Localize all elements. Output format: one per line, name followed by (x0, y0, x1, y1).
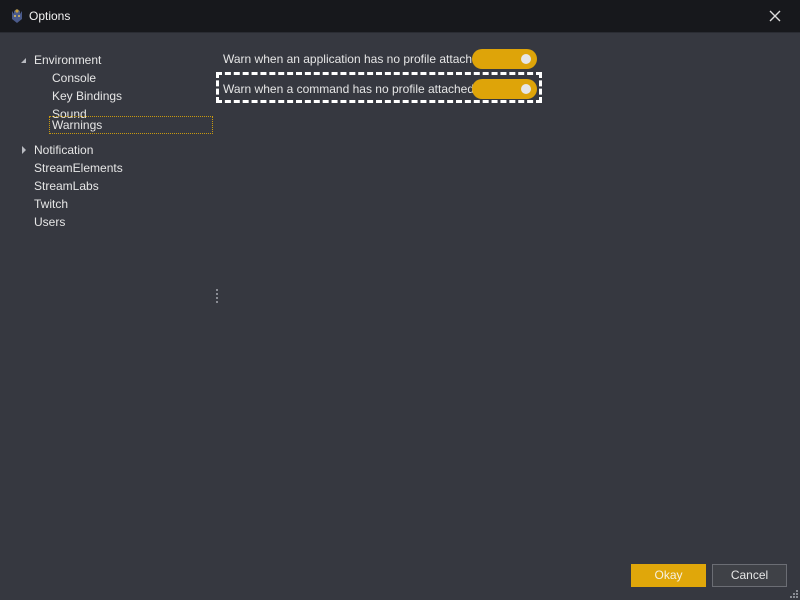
tree-item-key-bindings[interactable]: Key Bindings (52, 88, 122, 104)
splitter-handle[interactable] (216, 289, 218, 303)
setting-label-command-warning: Warn when a command has no profile attac… (223, 82, 478, 96)
tree-item-console[interactable]: Console (52, 70, 96, 86)
title-bar: Options (0, 0, 800, 33)
expanded-arrow-icon[interactable] (20, 52, 28, 68)
toggle-knob (521, 54, 531, 64)
tree-item-notification[interactable]: Notification (20, 142, 93, 158)
resize-grip-icon[interactable] (788, 588, 798, 598)
toggle-knob (521, 84, 531, 94)
application-warning-toggle[interactable] (472, 49, 537, 69)
cancel-button[interactable]: Cancel (712, 564, 787, 587)
setting-label-application-warning: Warn when an application has no profile … (223, 52, 489, 66)
tree-item-streamelements[interactable]: StreamElements (34, 160, 123, 176)
tree-item-warnings[interactable]: Warnings (49, 116, 213, 134)
app-logo-icon (12, 9, 22, 23)
command-warning-toggle[interactable] (472, 79, 537, 99)
window-title: Options (29, 9, 71, 23)
collapsed-arrow-icon[interactable] (20, 142, 28, 158)
tree-item-twitch[interactable]: Twitch (34, 196, 68, 212)
tree-item-environment[interactable]: Environment (20, 52, 101, 68)
okay-button[interactable]: Okay (631, 564, 706, 587)
tree-item-users[interactable]: Users (34, 214, 65, 230)
close-icon[interactable] (766, 7, 784, 25)
tree-item-streamlabs[interactable]: StreamLabs (34, 178, 99, 194)
